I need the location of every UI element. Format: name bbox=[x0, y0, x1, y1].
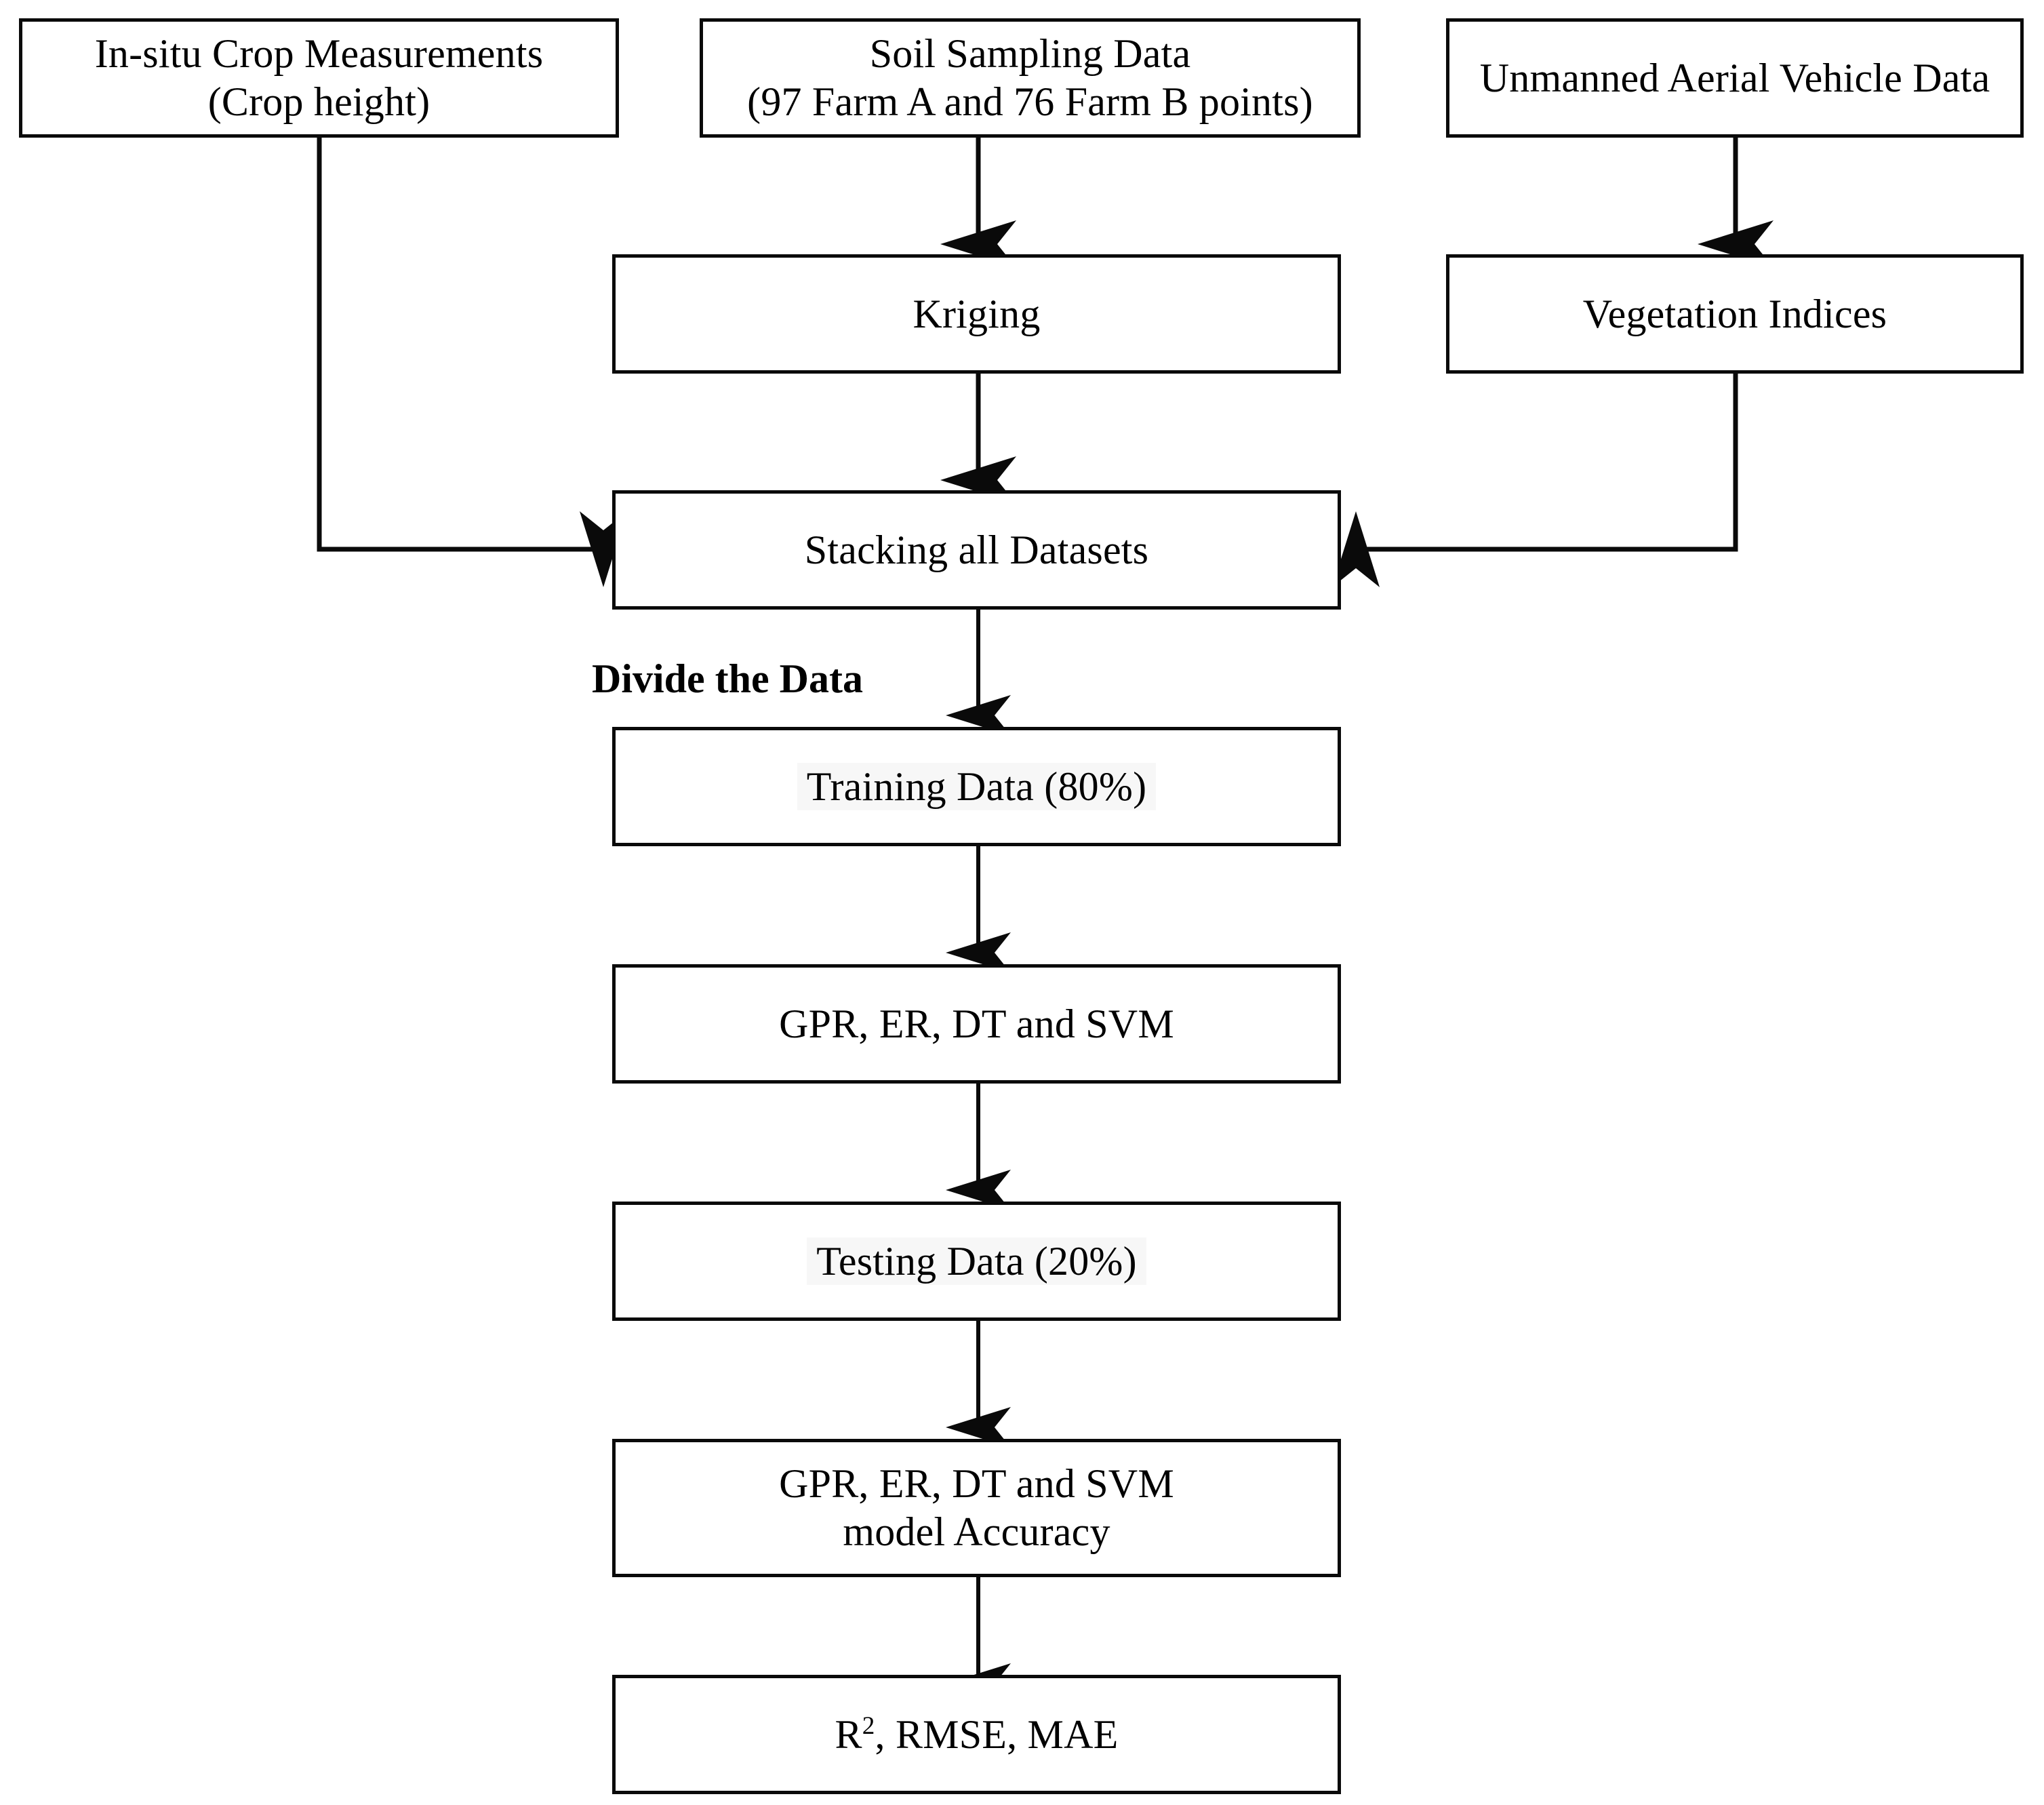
node-unmanned-aerial-vehicle-data[interactable]: Unmanned Aerial Vehicle Data bbox=[1446, 18, 2024, 138]
node-training-data[interactable]: Training Data (80%) bbox=[612, 727, 1341, 846]
edge-vegetation-indices-to-stacking bbox=[1332, 374, 1738, 587]
node-stacking-all-datasets-label: Stacking all Datasets bbox=[804, 527, 1149, 572]
node-unmanned-aerial-vehicle-data-label: Unmanned Aerial Vehicle Data bbox=[1479, 55, 1990, 100]
node-models-accuracy[interactable]: GPR, ER, DT and SVM model Accuracy bbox=[612, 1439, 1341, 1577]
node-models-training-label: GPR, ER, DT and SVM bbox=[779, 1001, 1174, 1046]
node-vegetation-indices[interactable]: Vegetation Indices bbox=[1446, 254, 2024, 374]
node-testing-data-label: Testing Data (20%) bbox=[807, 1237, 1146, 1286]
flowchart-canvas: In-situ Crop Measurements (Crop height) … bbox=[0, 0, 2044, 1805]
node-in-situ-crop-measurements-label: In-situ Crop Measurements (Crop height) bbox=[94, 31, 544, 124]
node-kriging-label: Kriging bbox=[913, 291, 1041, 336]
node-in-situ-crop-measurements[interactable]: In-situ Crop Measurements (Crop height) bbox=[19, 18, 619, 138]
edge-in-situ-to-stacking bbox=[317, 138, 627, 587]
metrics-prefix: R bbox=[835, 1711, 862, 1757]
metrics-suffix: , RMSE, MAE bbox=[875, 1711, 1119, 1757]
node-evaluation-metrics[interactable]: R2, RMSE, MAE bbox=[612, 1675, 1341, 1794]
node-soil-sampling-data[interactable]: Soil Sampling Data (97 Farm A and 76 Far… bbox=[700, 18, 1361, 138]
node-evaluation-metrics-label: R2, RMSE, MAE bbox=[826, 1711, 1128, 1759]
node-soil-sampling-data-label: Soil Sampling Data (97 Farm A and 76 Far… bbox=[747, 31, 1313, 124]
metrics-superscript: 2 bbox=[862, 1711, 875, 1740]
node-vegetation-indices-label: Vegetation Indices bbox=[1582, 291, 1887, 336]
node-training-data-label: Training Data (80%) bbox=[797, 762, 1157, 811]
node-kriging[interactable]: Kriging bbox=[612, 254, 1341, 374]
node-stacking-all-datasets[interactable]: Stacking all Datasets bbox=[612, 490, 1341, 610]
node-testing-data[interactable]: Testing Data (20%) bbox=[612, 1202, 1341, 1321]
node-models-training[interactable]: GPR, ER, DT and SVM bbox=[612, 964, 1341, 1084]
annotation-divide-the-data: Divide the Data bbox=[592, 656, 863, 701]
node-models-accuracy-label: GPR, ER, DT and SVM model Accuracy bbox=[779, 1461, 1174, 1554]
